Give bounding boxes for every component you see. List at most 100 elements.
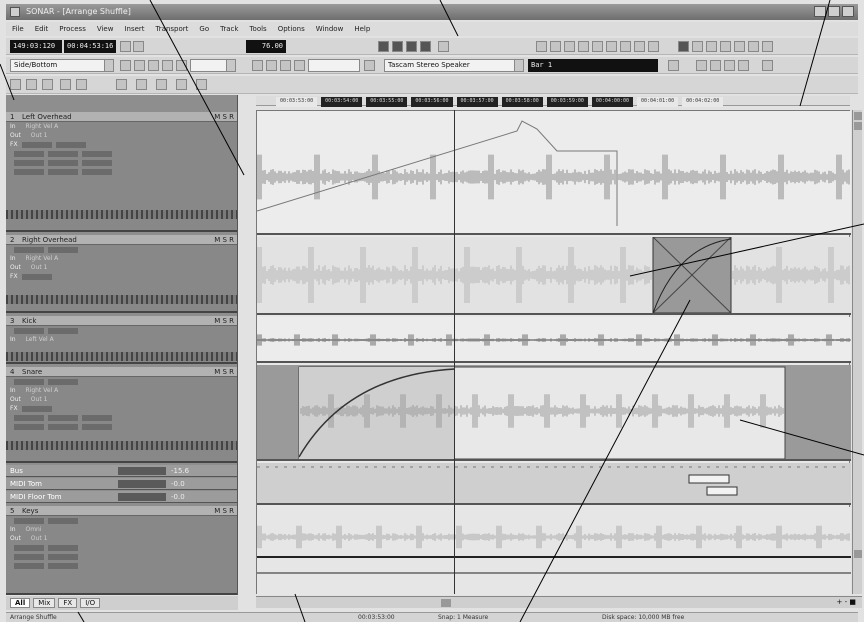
menu-transport[interactable]: Transport — [156, 25, 189, 33]
rewind-icon[interactable] — [378, 41, 389, 52]
snap-combo[interactable]: Side/Bottom — [10, 59, 114, 72]
track-options-icon[interactable] — [176, 79, 187, 90]
bus-name[interactable]: MIDI Tom — [10, 480, 42, 488]
bus-name[interactable]: MIDI Floor Tom — [10, 493, 62, 501]
param-slot[interactable] — [14, 168, 44, 175]
mixer-icon[interactable] — [734, 41, 745, 52]
track-buttons[interactable]: M S R — [214, 112, 234, 122]
zoom-combo[interactable] — [190, 59, 236, 72]
next-marker-icon[interactable] — [724, 60, 735, 71]
track-param-row[interactable] — [6, 245, 237, 254]
bus-name[interactable]: Bus — [10, 467, 23, 475]
clips-pane[interactable] — [256, 110, 851, 595]
now-time-marker[interactable] — [454, 110, 455, 594]
param-slot[interactable] — [48, 414, 78, 421]
param-slot[interactable] — [14, 414, 44, 421]
draw-icon[interactable] — [162, 60, 173, 71]
track-out-row[interactable]: Out Out 1 — [6, 534, 237, 543]
track-fx-row[interactable]: FX — [6, 140, 237, 149]
track-param-row[interactable] — [6, 326, 237, 335]
track-param-row[interactable] — [6, 516, 237, 525]
track-lane[interactable] — [257, 237, 851, 315]
select-icon[interactable] — [120, 60, 131, 71]
staff-view-icon[interactable] — [578, 41, 589, 52]
track-in[interactable]: Right Vel A — [25, 123, 58, 130]
fx-slot[interactable] — [21, 273, 52, 280]
param-slot[interactable] — [82, 150, 112, 157]
track-buttons[interactable]: M S R — [214, 235, 234, 245]
tools-icon[interactable] — [706, 41, 717, 52]
play-icon[interactable] — [406, 41, 417, 52]
metronome-icon[interactable] — [720, 41, 731, 52]
align-icon[interactable] — [252, 60, 263, 71]
erase-tool-icon[interactable] — [60, 79, 71, 90]
smpte-display[interactable]: 00:04:53:16 — [64, 40, 116, 53]
tab-io[interactable]: I/O — [80, 598, 101, 608]
minimize-button[interactable] — [814, 6, 826, 17]
param-slot[interactable] — [14, 562, 44, 569]
markers-view-icon[interactable] — [648, 41, 659, 52]
track-param-row[interactable] — [6, 167, 237, 176]
track-name[interactable]: Right Overhead — [22, 236, 77, 244]
bus-row[interactable]: Bus -15.6 — [6, 465, 237, 477]
vertical-scrollbar[interactable] — [852, 110, 862, 594]
track-buttons[interactable]: M S R — [214, 506, 234, 516]
close-button[interactable] — [842, 6, 854, 17]
loop-construction-icon[interactable] — [606, 41, 617, 52]
track-lane[interactable] — [257, 111, 851, 235]
fx-slot[interactable] — [21, 405, 52, 412]
track-in[interactable]: Omni — [25, 526, 41, 533]
fast-forward-icon[interactable] — [420, 41, 431, 52]
midi-note[interactable] — [706, 486, 738, 496]
track-param-row[interactable] — [6, 149, 237, 158]
now-time-display[interactable]: 149:03:120 — [10, 40, 62, 53]
maximize-button[interactable] — [828, 6, 840, 17]
menu-help[interactable]: Help — [354, 25, 370, 33]
track-param-row[interactable] — [6, 552, 237, 561]
audio-clip-kick[interactable] — [257, 317, 851, 363]
zoom-tool-icon[interactable] — [76, 79, 87, 90]
snap-tool-icon[interactable] — [156, 79, 167, 90]
marker-field[interactable]: Bar 1 — [528, 59, 658, 72]
edit-tool-icon[interactable] — [26, 79, 37, 90]
track-name[interactable]: Kick — [22, 317, 36, 325]
param-slot[interactable] — [82, 159, 112, 166]
track-out-row[interactable]: Out Out 1 — [6, 395, 237, 404]
track-param-row[interactable] — [6, 543, 237, 552]
track-out-row[interactable]: Out Out 1 — [6, 131, 237, 140]
param-slot[interactable] — [14, 159, 44, 166]
tempo-display[interactable]: 76.00 — [246, 40, 286, 53]
groove-icon[interactable] — [294, 60, 305, 71]
track-fx[interactable]: FX — [10, 141, 18, 148]
menu-tools[interactable]: Tools — [249, 25, 266, 33]
dropdown-icon[interactable] — [196, 79, 207, 90]
param-slot[interactable] — [48, 423, 78, 430]
bus-row[interactable]: MIDI Floor Tom -0.0 — [6, 491, 237, 503]
add-marker-icon[interactable] — [696, 60, 707, 71]
track-in[interactable]: Right Vel A — [25, 387, 58, 394]
track-fx-row[interactable]: FX — [6, 272, 237, 281]
track-lane[interactable] — [257, 365, 851, 461]
menu-window[interactable]: Window — [316, 25, 344, 33]
menu-view[interactable]: View — [97, 25, 114, 33]
track-out[interactable]: Out 1 — [31, 396, 48, 403]
param-slot[interactable] — [14, 544, 44, 551]
stop-icon[interactable] — [392, 41, 403, 52]
console-view-icon[interactable] — [550, 41, 561, 52]
menu-go[interactable]: Go — [199, 25, 209, 33]
snap-icon[interactable] — [692, 41, 703, 52]
menu-edit[interactable]: Edit — [35, 25, 49, 33]
track-in-row[interactable]: In Omni — [6, 525, 237, 534]
zoom-controls[interactable]: + - ■ — [837, 598, 856, 606]
loop-icon[interactable] — [120, 41, 131, 52]
param-slot[interactable] — [48, 150, 78, 157]
track-in-row[interactable]: In Left Vel A — [6, 335, 237, 344]
track-out[interactable]: Out 1 — [31, 535, 48, 542]
param-slot[interactable] — [14, 517, 44, 524]
track-lane[interactable] — [257, 507, 851, 595]
param-slot[interactable] — [48, 159, 78, 166]
draw-tool-icon[interactable] — [42, 79, 53, 90]
record-icon[interactable] — [438, 41, 449, 52]
scroll-thumb[interactable] — [441, 599, 451, 607]
video-view-icon[interactable] — [634, 41, 645, 52]
